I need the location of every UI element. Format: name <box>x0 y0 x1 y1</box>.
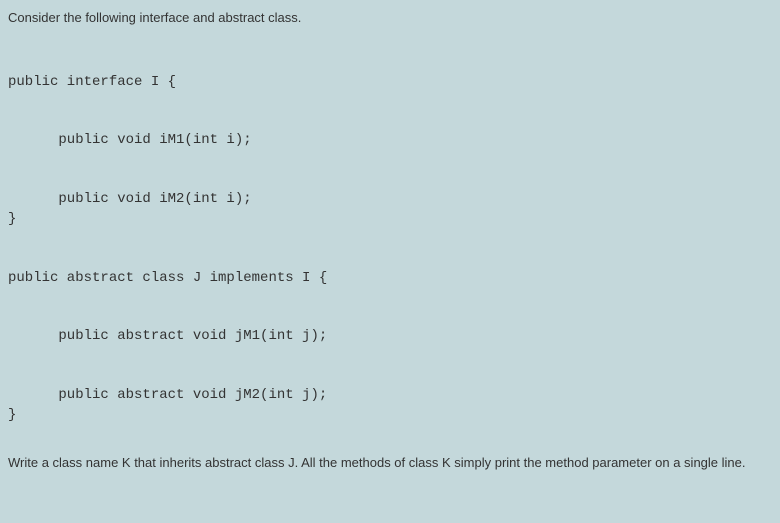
code-block: public interface I { public void iM1(int… <box>8 53 772 425</box>
code-line: public abstract void jM2(int j); <box>8 387 327 403</box>
code-line: public abstract void jM1(int j); <box>8 328 327 344</box>
intro-text: Consider the following interface and abs… <box>8 10 772 25</box>
code-line: public interface I { <box>8 74 176 90</box>
instruction-text: Write a class name K that inherits abstr… <box>8 455 772 470</box>
code-line: public void iM2(int i); <box>8 191 252 207</box>
code-line: } <box>8 211 16 227</box>
code-line: } <box>8 407 16 423</box>
code-line: public void iM1(int i); <box>8 132 252 148</box>
code-line: public abstract class J implements I { <box>8 270 327 286</box>
